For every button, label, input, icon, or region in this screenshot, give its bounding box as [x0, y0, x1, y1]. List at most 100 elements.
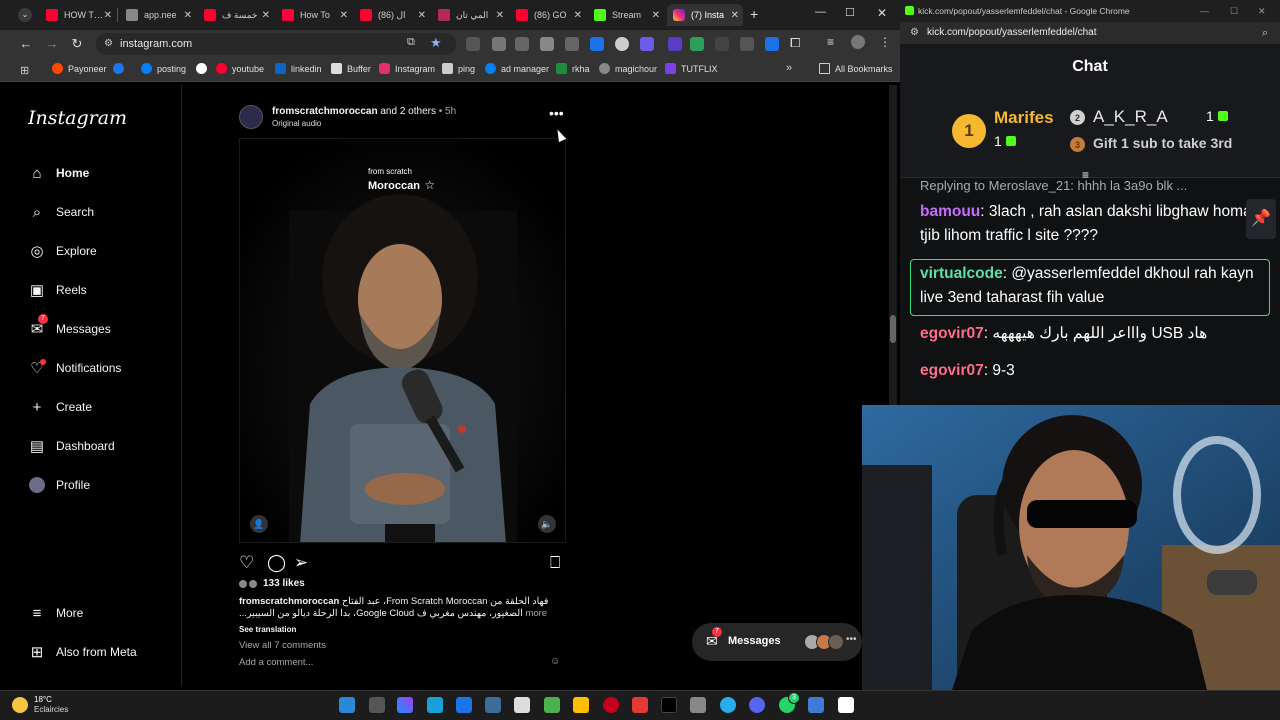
bookmark-magichour[interactable]: magichour [599, 63, 657, 74]
back-icon[interactable]: ← [18, 36, 34, 51]
bookmark-youtube[interactable]: youtube [216, 63, 264, 74]
extension-icon[interactable] [590, 37, 604, 51]
chat-username[interactable]: egovir07 [920, 325, 984, 342]
site-info-icon[interactable]: ⚙ [104, 33, 113, 55]
view-comments-link[interactable]: View all 7 comments [239, 640, 326, 651]
extension-icon[interactable] [715, 37, 729, 51]
tab-stream[interactable]: Stream ✕ [588, 4, 664, 26]
chat-username[interactable]: virtualcode [920, 265, 1003, 282]
close-window-icon[interactable]: ✕ [877, 6, 887, 20]
tab-arabic-1[interactable]: خمسة ف ✕ [198, 4, 274, 26]
new-tab-icon[interactable]: + [750, 6, 758, 22]
app-icon[interactable] [456, 697, 472, 713]
close-tab-icon[interactable]: ✕ [496, 10, 504, 21]
tab-arabic-2[interactable]: المي تان ✕ [432, 4, 508, 26]
search-icon[interactable]: ⌕ [1262, 22, 1268, 44]
site-info-icon[interactable]: ⚙ [910, 22, 919, 44]
close-window-icon[interactable]: ✕ [1258, 0, 1266, 22]
maximize-icon[interactable]: ☐ [845, 6, 855, 19]
tab-app-nee[interactable]: app.nee ✕ [120, 4, 196, 26]
save-bookmark-icon[interactable]: ⎕ [550, 553, 560, 573]
bookmark-ad-manager[interactable]: ad manager [485, 63, 549, 74]
whatsapp-icon[interactable]: 3 [779, 692, 800, 713]
extension-icon[interactable] [690, 37, 704, 51]
bookmark-linkedin[interactable]: linkedin [275, 63, 322, 74]
extension-icon[interactable] [765, 37, 779, 51]
post-author[interactable]: fromscratchmoroccan and 2 others • 5h [272, 106, 456, 117]
task-view-icon[interactable] [369, 697, 385, 713]
chrome-icon[interactable] [573, 697, 589, 713]
close-tab-icon[interactable]: ✕ [262, 10, 270, 21]
weather-icon[interactable] [12, 697, 28, 713]
emoji-icon[interactable]: ☺ [550, 656, 560, 667]
app-icon[interactable] [808, 697, 824, 713]
extension-icon[interactable] [565, 37, 579, 51]
add-comment-input[interactable]: Add a comment... [239, 657, 313, 668]
pin-icon[interactable]: 📌 [1246, 199, 1276, 239]
tab-86-go[interactable]: (86) GO ✕ [510, 4, 586, 26]
notion-icon[interactable] [838, 697, 854, 713]
sidebar-item-explore[interactable]: ◎ Explore [28, 242, 96, 260]
extension-icon[interactable] [540, 37, 554, 51]
close-tab-icon[interactable]: ✕ [418, 10, 426, 21]
app-icon[interactable] [632, 697, 648, 713]
avatar[interactable] [239, 105, 263, 129]
app-icon[interactable] [485, 697, 501, 713]
app-icon[interactable] [690, 697, 706, 713]
post-coauthors[interactable]: and 2 others [380, 106, 436, 117]
tab-instagram[interactable]: (7) Insta ✕ [667, 4, 743, 26]
sidebar-item-home[interactable]: ⌂ Home [28, 164, 89, 182]
app-icon[interactable] [544, 697, 560, 713]
app-icon[interactable] [749, 697, 765, 713]
see-translation-link[interactable]: See translation [239, 625, 296, 634]
tab-search-icon[interactable]: ⌄ [18, 8, 32, 22]
reload-icon[interactable]: ↻ [69, 36, 85, 52]
bookmark-google[interactable] [196, 63, 212, 74]
like-heart-icon[interactable]: ♡ [239, 553, 254, 573]
chat-username[interactable]: bamouu [920, 203, 980, 220]
sidebar-item-more[interactable]: ≡ More [28, 604, 84, 622]
extension-icon[interactable] [466, 37, 480, 51]
extension-icon[interactable] [615, 37, 629, 51]
minimize-icon[interactable]: — [1200, 0, 1209, 22]
tab-how-to-2[interactable]: How To ✕ [276, 4, 352, 26]
share-icon[interactable]: ➢ [294, 553, 308, 573]
extension-icon[interactable] [740, 37, 754, 51]
post-username[interactable]: fromscratchmoroccan [272, 106, 378, 117]
bookmark-tutflix[interactable]: TUTFLIX [665, 63, 718, 74]
tab-how-to-1[interactable]: HOW T… ✕ [40, 4, 116, 26]
bookmark-rkha[interactable]: rkha [556, 63, 590, 74]
sidebar-item-also-from-meta[interactable]: ⊞ Also from Meta [28, 643, 137, 661]
sidebar-item-profile[interactable]: Profile [28, 476, 90, 494]
leader-1-name[interactable]: Marifes [994, 108, 1054, 128]
chat-username[interactable]: egovir07 [920, 362, 984, 379]
chrome-menu-icon[interactable]: ⋮ [879, 35, 891, 49]
caption-more-link[interactable]: more [525, 608, 547, 619]
extension-icon[interactable] [640, 37, 654, 51]
bookmark-ping[interactable]: ping [442, 63, 475, 74]
bookmark-instagram[interactable]: Instagram [379, 63, 435, 74]
likes-count[interactable]: 133 likes [239, 578, 305, 589]
extension-icon[interactable] [492, 37, 506, 51]
all-bookmarks-folder[interactable]: All Bookmarks [819, 63, 893, 74]
close-tab-icon[interactable]: ✕ [104, 10, 112, 21]
leader-2-name[interactable]: A_K_R_A [1093, 107, 1168, 127]
copilot-icon[interactable] [397, 697, 413, 713]
likes-text[interactable]: 133 likes [263, 578, 305, 589]
bookmark-posting[interactable]: posting [141, 63, 186, 74]
sidebar-item-notifications[interactable]: ♡ Notifications [28, 359, 121, 377]
weather-description[interactable]: Eclaircies [34, 705, 68, 714]
leader-3-prompt[interactable]: Gift 1 sub to take 3rd [1093, 135, 1232, 151]
sidebar-item-reels[interactable]: ▣ Reels [28, 281, 87, 299]
tagged-users-icon[interactable]: 👤 [250, 515, 268, 533]
reel-video[interactable]: from scratch Moroccan ☆ 👤 🔈 [239, 138, 566, 543]
extension-icon[interactable] [515, 37, 529, 51]
bookmark-buffer[interactable]: Buffer [331, 63, 371, 74]
telegram-icon[interactable] [720, 697, 736, 713]
maximize-icon[interactable]: ☐ [1230, 0, 1238, 22]
tiktok-icon[interactable] [661, 697, 677, 713]
post-audio[interactable]: Original audio [272, 119, 321, 128]
close-tab-icon[interactable]: ✕ [340, 10, 348, 21]
bookmark-star-icon[interactable]: ★ [430, 35, 442, 51]
opera-icon[interactable] [603, 697, 619, 713]
